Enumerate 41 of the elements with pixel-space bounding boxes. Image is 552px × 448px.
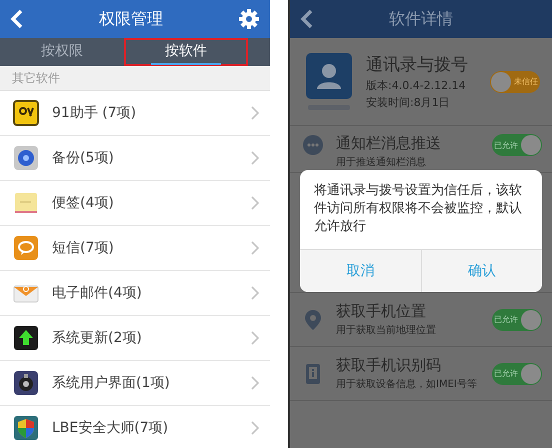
app-list-item[interactable]: 备份(5项) [0,136,270,181]
app-icon [13,370,39,396]
chat-icon [302,134,324,156]
install-time-text: 安装时间:8月1日 [366,95,451,110]
permission-title: 获取手机位置 [336,302,427,321]
chevron-right-icon [251,241,260,255]
permission-description: 用于推送通知栏消息 [336,156,427,169]
permission-title: 获取手机识别码 [336,356,442,375]
chevron-right-icon [251,151,260,165]
chevron-right-icon [251,421,260,435]
contact-app-icon [306,52,352,110]
app-name: 通讯录与拨号 [366,54,469,76]
app-list-item[interactable]: 电子邮件(4项) [0,271,270,316]
screen-title: 权限管理 [99,8,163,30]
chevron-right-icon [251,196,260,210]
permission-description: 用于获取当前地理位置 [336,324,437,337]
version-text: 版本:4.0.4-2.12.14 [366,78,467,93]
chat-bubble-icon [13,235,39,261]
settings-icon[interactable] [238,8,260,30]
chevron-right-icon [251,331,260,345]
app-icon [13,145,39,171]
app-list-item[interactable]: 系统更新(2项) [0,316,270,361]
app-list-item[interactable]: LBE安全大师(7项) [0,406,270,448]
shield-icon [13,415,39,441]
chevron-right-icon [251,106,260,120]
section-header: 其它软件 [0,66,270,91]
app-list-item[interactable]: 短信(7项) [0,226,270,271]
back-icon[interactable] [300,9,314,29]
tab[interactable]: 按权限 [27,39,97,65]
app-icon [13,100,39,126]
app-list-item[interactable]: 91助手 (7项) [0,91,270,136]
location-pin-icon [302,308,324,330]
app-list-item[interactable]: 系统用户界面(1项) [0,361,270,406]
permission-description: 用于获取设备信息，如IMEI号等 [336,378,478,391]
app-list-item[interactable]: 便签(4项) [0,181,270,226]
note-icon [13,190,39,216]
chevron-right-icon [251,376,260,390]
screen-title: 软件详情 [389,8,453,30]
dialog-message: 将通讯录与拨号设置为信任后，该软件访问所有权限将不会被监控，默认允许放行 [313,182,523,236]
permission-title: 通知栏消息推送 [336,134,442,153]
chevron-right-icon [251,286,260,300]
